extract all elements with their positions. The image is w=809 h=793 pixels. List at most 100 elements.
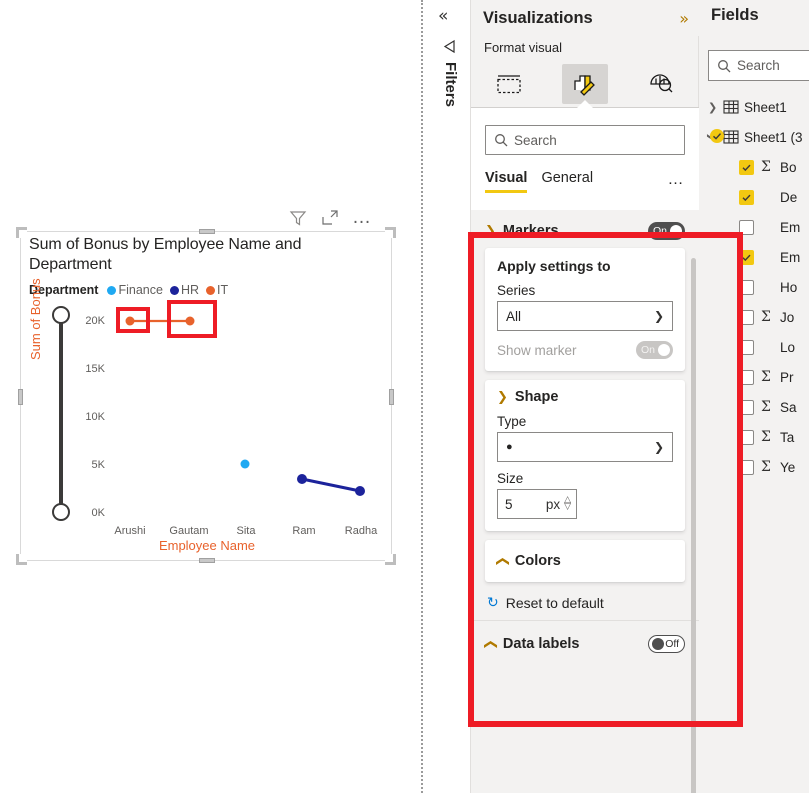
tree-field-label: Jo xyxy=(780,309,795,325)
toggle-knob xyxy=(658,344,670,356)
format-settings-list[interactable]: ❯ Markers On Apply settings to Series Al… xyxy=(471,210,699,793)
tree-field-ta[interactable]: Σ Ta xyxy=(699,422,809,452)
collapse-filters-icon[interactable]: « xyxy=(438,6,448,26)
tree-field-label: Sa xyxy=(780,399,797,415)
chart-plot-area[interactable]: Sum of Bonus 20K 15K 10K 5K 0K Arushi Ga… xyxy=(21,232,393,562)
field-checkbox[interactable] xyxy=(739,369,754,385)
data-labels-group-header[interactable]: ❯ Data labels Off xyxy=(471,621,699,661)
tree-field-ho[interactable]: Ho xyxy=(699,272,809,302)
x-axis-tick-gautam: Gautam xyxy=(169,525,209,537)
field-checkbox[interactable] xyxy=(739,279,754,295)
chart-visual-container[interactable]: Sum of Bonus by Employee Name and Depart… xyxy=(16,227,396,565)
format-search-input[interactable]: Search xyxy=(485,125,685,155)
tree-field-sa[interactable]: Σ Sa xyxy=(699,392,809,422)
field-checkbox[interactable] xyxy=(739,189,754,205)
chevron-down-icon[interactable]: ❯ xyxy=(485,224,496,239)
tree-field-jo[interactable]: Σ Jo xyxy=(699,302,809,332)
x-axis-tick-radha: Radha xyxy=(344,525,378,537)
tree-label-sheet1: Sheet1 xyxy=(744,99,787,115)
tree-item-sheet1[interactable]: ❯ Sheet1 xyxy=(699,92,809,122)
fields-tree[interactable]: ❯ Sheet1 ❯ xyxy=(699,92,809,482)
apply-settings-to-label: Apply settings to xyxy=(497,258,611,274)
shape-card[interactable]: ❯ Shape Type ● ❯ Size 5 px △ ▽ xyxy=(485,380,685,531)
show-marker-toggle: On xyxy=(636,341,673,359)
search-icon xyxy=(718,59,731,72)
stepper-arrows[interactable]: △ ▽ xyxy=(564,496,571,512)
table-icon xyxy=(723,100,739,114)
data-labels-toggle[interactable]: Off xyxy=(648,635,685,653)
field-checkbox[interactable] xyxy=(739,219,754,235)
report-canvas[interactable]: … Sum of Bonus by Employee Name and Depa… xyxy=(0,0,429,793)
toggle-knob xyxy=(652,638,664,650)
expand-pane-icon[interactable]: » xyxy=(679,9,689,28)
format-subtabs[interactable]: Visual General … xyxy=(485,165,685,195)
filter-icon[interactable] xyxy=(288,208,308,228)
colors-card[interactable]: ❯ Colors xyxy=(485,540,685,582)
x-axis-tick-sita: Sita xyxy=(236,525,256,537)
tree-field-department[interactable]: De xyxy=(699,182,809,212)
field-checkbox[interactable] xyxy=(739,429,754,445)
format-pane-scrollbar[interactable] xyxy=(691,258,696,793)
shape-size-stepper[interactable]: 5 px △ ▽ xyxy=(497,489,577,519)
x-axis-tick-arushi: Arushi xyxy=(114,525,146,537)
markers-group-header[interactable]: ❯ Markers On xyxy=(471,210,699,248)
filters-pane-label[interactable]: Filters xyxy=(442,62,459,107)
shape-size-unit: px xyxy=(545,496,561,512)
chevron-right-icon[interactable]: ❯ xyxy=(483,639,498,650)
focus-mode-icon[interactable] xyxy=(320,208,340,228)
markers-toggle-label: On xyxy=(653,225,668,237)
chevron-down-icon: ❯ xyxy=(653,440,664,454)
visualizations-pane[interactable]: Visualizations » Format visual Search Vi… xyxy=(471,0,699,793)
table-selected-badge-icon xyxy=(710,129,724,143)
analytics-magnifier-icon[interactable] xyxy=(638,64,684,104)
apply-settings-card[interactable]: Apply settings to Series All ❯ Show mark… xyxy=(485,248,685,371)
reset-to-default-label: Reset to default xyxy=(505,595,604,611)
shape-type-dropdown[interactable]: ● ❯ xyxy=(497,432,673,462)
sigma-icon: Σ xyxy=(761,159,771,175)
tree-item-sheet1-copy[interactable]: ❯ Sheet1 (3 xyxy=(699,122,809,152)
format-visual-body[interactable]: Search Visual General … ❯ Markers On App… xyxy=(471,108,699,793)
x-axis-title: Employee Name xyxy=(158,538,256,553)
tree-field-employee-name[interactable]: Em xyxy=(699,242,809,272)
fields-search-input[interactable]: Search xyxy=(708,50,809,81)
markers-group-title: Markers xyxy=(502,223,559,239)
field-checkbox[interactable] xyxy=(739,249,754,265)
shape-group-title: Shape xyxy=(514,389,559,405)
tree-field-pr[interactable]: Σ Pr xyxy=(699,362,809,392)
tree-field-lo[interactable]: Lo xyxy=(699,332,809,362)
tab-general[interactable]: General xyxy=(541,170,593,191)
field-checkbox[interactable] xyxy=(739,309,754,325)
field-checkbox[interactable] xyxy=(739,339,754,355)
tree-field-ye[interactable]: Σ Ye xyxy=(699,452,809,482)
tree-field-bonus[interactable]: Σ Bo xyxy=(699,152,809,182)
reset-icon: ↻ xyxy=(487,595,499,611)
shape-size-value[interactable]: 5 xyxy=(505,497,513,512)
fields-pane[interactable]: Fields Search ❯ Sheet1 ❯ xyxy=(699,0,809,793)
stepper-down-icon[interactable]: ▽ xyxy=(564,503,571,512)
series-dropdown[interactable]: All ❯ xyxy=(497,301,673,331)
filters-pane-collapsed[interactable]: « Filters xyxy=(429,0,471,793)
field-checkbox[interactable] xyxy=(739,159,754,175)
visual-header-toolbar[interactable]: … xyxy=(288,206,388,230)
sigma-icon: Σ xyxy=(761,309,771,325)
chevron-right-icon[interactable]: ❯ xyxy=(708,101,718,114)
search-icon xyxy=(495,134,508,147)
visual-more-options-button[interactable]: … xyxy=(352,208,373,227)
table-icon xyxy=(723,130,739,144)
tree-field-em1[interactable]: Em xyxy=(699,212,809,242)
markers-toggle[interactable]: On xyxy=(648,222,685,240)
tree-field-label: Bo xyxy=(780,159,797,175)
subtab-more-options[interactable]: … xyxy=(668,172,686,188)
chevron-right-icon[interactable]: ❯ xyxy=(495,556,510,567)
reset-to-default-button[interactable]: ↻ Reset to default xyxy=(471,591,699,620)
field-checkbox[interactable] xyxy=(739,459,754,475)
field-checkbox[interactable] xyxy=(739,399,754,415)
tab-visual[interactable]: Visual xyxy=(485,170,528,193)
format-paintbrush-icon[interactable] xyxy=(562,63,608,104)
build-visual-icon[interactable] xyxy=(486,64,532,104)
marker-highlight-gautam xyxy=(167,300,217,338)
chart-series-svg xyxy=(125,316,365,496)
chevron-down-icon[interactable]: ❯ xyxy=(497,390,508,405)
format-search-placeholder: Search xyxy=(514,132,557,148)
show-marker-toggle-label: On xyxy=(641,344,656,356)
